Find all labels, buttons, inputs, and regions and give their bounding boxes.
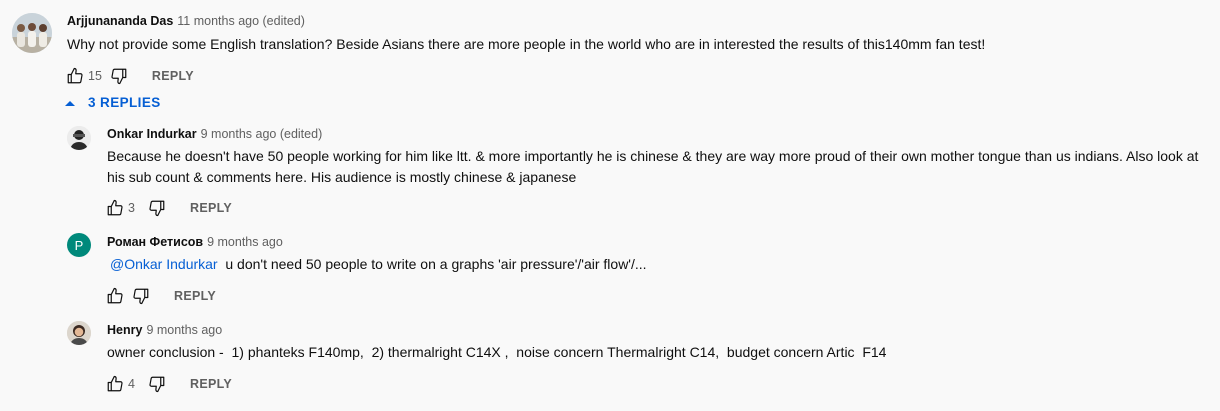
comment-text: Why not provide some English translation…	[67, 36, 986, 52]
comment-timestamp[interactable]: 11 months ago (edited)	[177, 14, 305, 28]
dislike-button[interactable]	[130, 285, 152, 307]
reply-button[interactable]: REPLY	[190, 377, 232, 391]
comment-header: Henry 9 months ago	[107, 323, 222, 337]
author-name[interactable]: Arjjunananda Das	[67, 14, 173, 28]
thumbs-up-icon	[107, 375, 123, 392]
thumbs-down-icon	[149, 376, 165, 393]
like-count: 15	[88, 69, 102, 83]
like-count: 3	[128, 201, 135, 215]
avatar[interactable]	[67, 126, 91, 150]
user-photo-icon	[67, 321, 91, 345]
avatar-letter: Р	[74, 237, 84, 253]
comment-timestamp[interactable]: 9 months ago	[207, 235, 283, 249]
comment-text: Because he doesn't have 50 people workin…	[107, 148, 1199, 185]
comment-body: u don't need 50 people to write on a gra…	[225, 256, 647, 272]
comment-header: Arjjunananda Das 11 months ago (edited)	[67, 14, 305, 28]
like-button[interactable]	[104, 373, 126, 395]
mention-link[interactable]: @Onkar Indurkar	[110, 256, 218, 272]
dislike-button[interactable]	[108, 65, 130, 87]
comment-actions: 3 REPLY	[104, 196, 232, 220]
like-button[interactable]	[104, 197, 126, 219]
caret-up-icon	[65, 100, 75, 106]
thumbs-up-icon	[107, 199, 123, 216]
user-photo-icon	[67, 126, 91, 150]
avatar[interactable]	[67, 321, 91, 345]
like-button[interactable]	[104, 285, 126, 307]
user-photo-icon	[12, 13, 52, 53]
dislike-button[interactable]	[146, 197, 168, 219]
comment-header: Onkar Indurkar 9 months ago (edited)	[107, 127, 322, 141]
reply-button[interactable]: REPLY	[174, 289, 216, 303]
replies-toggle-label: 3 REPLIES	[88, 95, 161, 110]
comment-header: Роман Фетисов 9 months ago	[107, 235, 283, 249]
comment-text: owner conclusion - 1) phanteks F140mp, 2…	[107, 344, 887, 360]
replies-toggle-button[interactable]: 3 REPLIES	[64, 95, 161, 110]
author-name[interactable]: Роман Фетисов	[107, 235, 203, 249]
thumbs-down-icon	[111, 68, 127, 85]
comment-timestamp[interactable]: 9 months ago (edited)	[201, 127, 323, 141]
reply-button[interactable]: REPLY	[190, 201, 232, 215]
thumbs-up-icon	[67, 67, 83, 84]
dislike-button[interactable]	[146, 373, 168, 395]
thumbs-down-icon	[149, 200, 165, 217]
thumbs-down-icon	[133, 288, 149, 305]
reply-button[interactable]: REPLY	[152, 69, 194, 83]
avatar[interactable]: Р	[67, 233, 91, 257]
avatar[interactable]	[12, 13, 52, 53]
like-button[interactable]	[64, 65, 86, 87]
author-name[interactable]: Onkar Indurkar	[107, 127, 197, 141]
comment-timestamp[interactable]: 9 months ago	[146, 323, 222, 337]
like-count: 4	[128, 377, 135, 391]
comment-actions: REPLY	[104, 284, 216, 308]
author-name[interactable]: Henry	[107, 323, 142, 337]
comment-text: @Onkar Indurkar u don't need 50 people t…	[110, 254, 1200, 275]
comment-actions: 15 REPLY	[64, 64, 194, 88]
comment-actions: 4 REPLY	[104, 372, 232, 396]
thumbs-up-icon	[107, 287, 123, 304]
